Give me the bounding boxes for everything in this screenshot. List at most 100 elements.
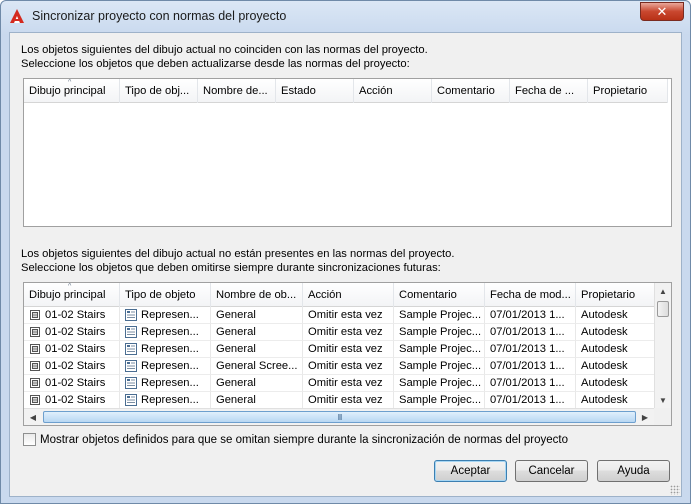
table-cell-type: Represen...: [120, 307, 211, 324]
title-bar[interactable]: Sincronizar proyecto con normas del proy…: [1, 1, 690, 33]
cell-text: Represen...: [141, 342, 199, 355]
cell-text: Omitir esta vez: [308, 342, 383, 355]
table-cell-comment: Sample Projec...: [394, 341, 485, 358]
bottom-instruction-2: Seleccione los objetos que deben omitirs…: [21, 262, 441, 274]
table-cell-owner: Autodesk: [576, 392, 656, 409]
column-header[interactable]: Nombre de ob...: [211, 283, 303, 307]
table-cell-action: Omitir esta vez: [303, 324, 394, 341]
cell-text: Represen...: [141, 359, 199, 372]
table-cell-type: Represen...: [120, 358, 211, 375]
table-cell-name: General: [211, 341, 303, 358]
table-row[interactable]: 01-02 Stairs Represen... General Omitir est…: [24, 307, 656, 324]
cell-text: General: [216, 325, 256, 338]
table-cell-name: General: [211, 307, 303, 324]
column-header[interactable]: Acción: [303, 283, 394, 307]
cell-text: General: [216, 342, 256, 355]
drawing-icon: [29, 394, 41, 406]
column-header[interactable]: Propietario: [576, 283, 656, 307]
dialog-window: Sincronizar proyecto con normas del proy…: [0, 0, 691, 504]
accept-button[interactable]: Aceptar: [434, 460, 507, 482]
table-cell-owner: Autodesk: [576, 358, 656, 375]
table-cell-owner: Autodesk: [576, 375, 656, 392]
scroll-up-arrow-icon[interactable]: ▲: [655, 283, 671, 299]
horizontal-scroll-thumb[interactable]: III: [43, 411, 636, 423]
cancel-button[interactable]: Cancelar: [515, 460, 588, 482]
table-cell-comment: Sample Projec...: [394, 392, 485, 409]
cell-text: Sample Projec...: [399, 376, 482, 389]
cell-text: Sample Projec...: [399, 325, 482, 338]
table-row[interactable]: 01-02 Stairs Represen... General Omitir est…: [24, 341, 656, 358]
scroll-down-arrow-icon[interactable]: ▼: [655, 392, 671, 408]
column-header[interactable]: Comentario: [394, 283, 485, 307]
scrollbar-corner: [654, 408, 671, 425]
show-omitted-label: Mostrar objetos definidos para que se om…: [40, 433, 569, 446]
table-cell-name: General: [211, 375, 303, 392]
table-cell-drawing: 01-02 Stairs: [24, 307, 120, 324]
cell-text: 07/01/2013 1...: [490, 342, 565, 355]
cell-text: Sample Projec...: [399, 393, 482, 406]
cell-text: 07/01/2013 1...: [490, 325, 565, 338]
column-header[interactable]: Tipo de objeto: [120, 283, 211, 307]
table-cell-drawing: 01-02 Stairs: [24, 341, 120, 358]
help-button[interactable]: Ayuda: [597, 460, 670, 482]
vertical-scrollbar[interactable]: ▲ ▼: [654, 283, 671, 408]
show-omitted-option[interactable]: Mostrar objetos definidos para que se om…: [23, 433, 568, 446]
table-cell-owner: Autodesk: [576, 307, 656, 324]
top-instruction-2: Seleccione los objetos que deben actuali…: [21, 58, 410, 70]
table-row[interactable]: 01-02 Stairs Represen... General Omitir est…: [24, 392, 656, 409]
cell-text: 01-02 Stairs: [45, 342, 106, 355]
table-cell-type: Represen...: [120, 392, 211, 409]
column-header[interactable]: Dibujo principal ^: [24, 79, 120, 103]
cell-text: Sample Projec...: [399, 308, 482, 321]
drawing-icon: [29, 360, 41, 372]
cell-text: 07/01/2013 1...: [490, 359, 565, 372]
table-cell-drawing: 01-02 Stairs: [24, 358, 120, 375]
representation-icon: [125, 360, 137, 372]
column-header[interactable]: Tipo de obj...: [120, 79, 198, 103]
table-cell-comment: Sample Projec...: [394, 375, 485, 392]
drawing-icon: [29, 343, 41, 355]
table-row[interactable]: 01-02 Stairs Represen... General Omitir est…: [24, 324, 656, 341]
representation-icon: [125, 394, 137, 406]
cell-text: 07/01/2013 1...: [490, 376, 565, 389]
cell-text: 01-02 Stairs: [45, 308, 106, 321]
table-cell-name: General: [211, 392, 303, 409]
close-button[interactable]: ✕: [640, 2, 684, 21]
cell-text: 07/01/2013 1...: [490, 393, 565, 406]
representation-icon: [125, 309, 137, 321]
resize-grip-icon[interactable]: [670, 485, 680, 495]
mismatch-grid-header: Dibujo principal ^ Tipo de obj... Nombre de…: [24, 79, 668, 103]
horizontal-scrollbar[interactable]: ◀ III ▶: [24, 408, 654, 425]
mismatch-objects-grid[interactable]: Dibujo principal ^ Tipo de obj... Nombre de…: [23, 78, 672, 227]
cell-text: 01-02 Stairs: [45, 376, 106, 389]
table-cell-date: 07/01/2013 1...: [485, 375, 576, 392]
cell-text: Omitir esta vez: [308, 308, 383, 321]
column-header[interactable]: Dibujo principal ^: [24, 283, 120, 307]
column-header[interactable]: Fecha de mod...: [485, 283, 576, 307]
cell-text: 01-02 Stairs: [45, 325, 106, 338]
cell-text: General: [216, 376, 256, 389]
scroll-right-arrow-icon[interactable]: ▶: [637, 409, 653, 425]
cell-text: Autodesk: [581, 359, 628, 372]
table-cell-action: Omitir esta vez: [303, 341, 394, 358]
column-header[interactable]: Nombre de...: [198, 79, 276, 103]
column-header[interactable]: Acción: [354, 79, 432, 103]
cell-text: Autodesk: [581, 308, 628, 321]
cell-text: Autodesk: [581, 325, 628, 338]
representation-icon: [125, 377, 137, 389]
show-omitted-checkbox[interactable]: [23, 433, 36, 446]
column-header[interactable]: Estado: [276, 79, 354, 103]
table-row[interactable]: 01-02 Stairs Represen... General Omitir est…: [24, 375, 656, 392]
column-header[interactable]: Comentario: [432, 79, 510, 103]
table-cell-comment: Sample Projec...: [394, 358, 485, 375]
scroll-left-arrow-icon[interactable]: ◀: [25, 409, 41, 425]
vertical-scroll-thumb[interactable]: [657, 301, 669, 317]
table-cell-name: General Scree...: [211, 358, 303, 375]
drawing-icon: [29, 309, 41, 321]
table-cell-owner: Autodesk: [576, 341, 656, 358]
column-header[interactable]: Fecha de ...: [510, 79, 588, 103]
table-row[interactable]: 01-02 Stairs Represen... General Scree... O…: [24, 358, 656, 375]
missing-objects-grid[interactable]: Dibujo principal ^ Tipo de objeto Nombre de…: [23, 282, 672, 426]
column-header[interactable]: Propietario: [588, 79, 668, 103]
table-cell-action: Omitir esta vez: [303, 358, 394, 375]
